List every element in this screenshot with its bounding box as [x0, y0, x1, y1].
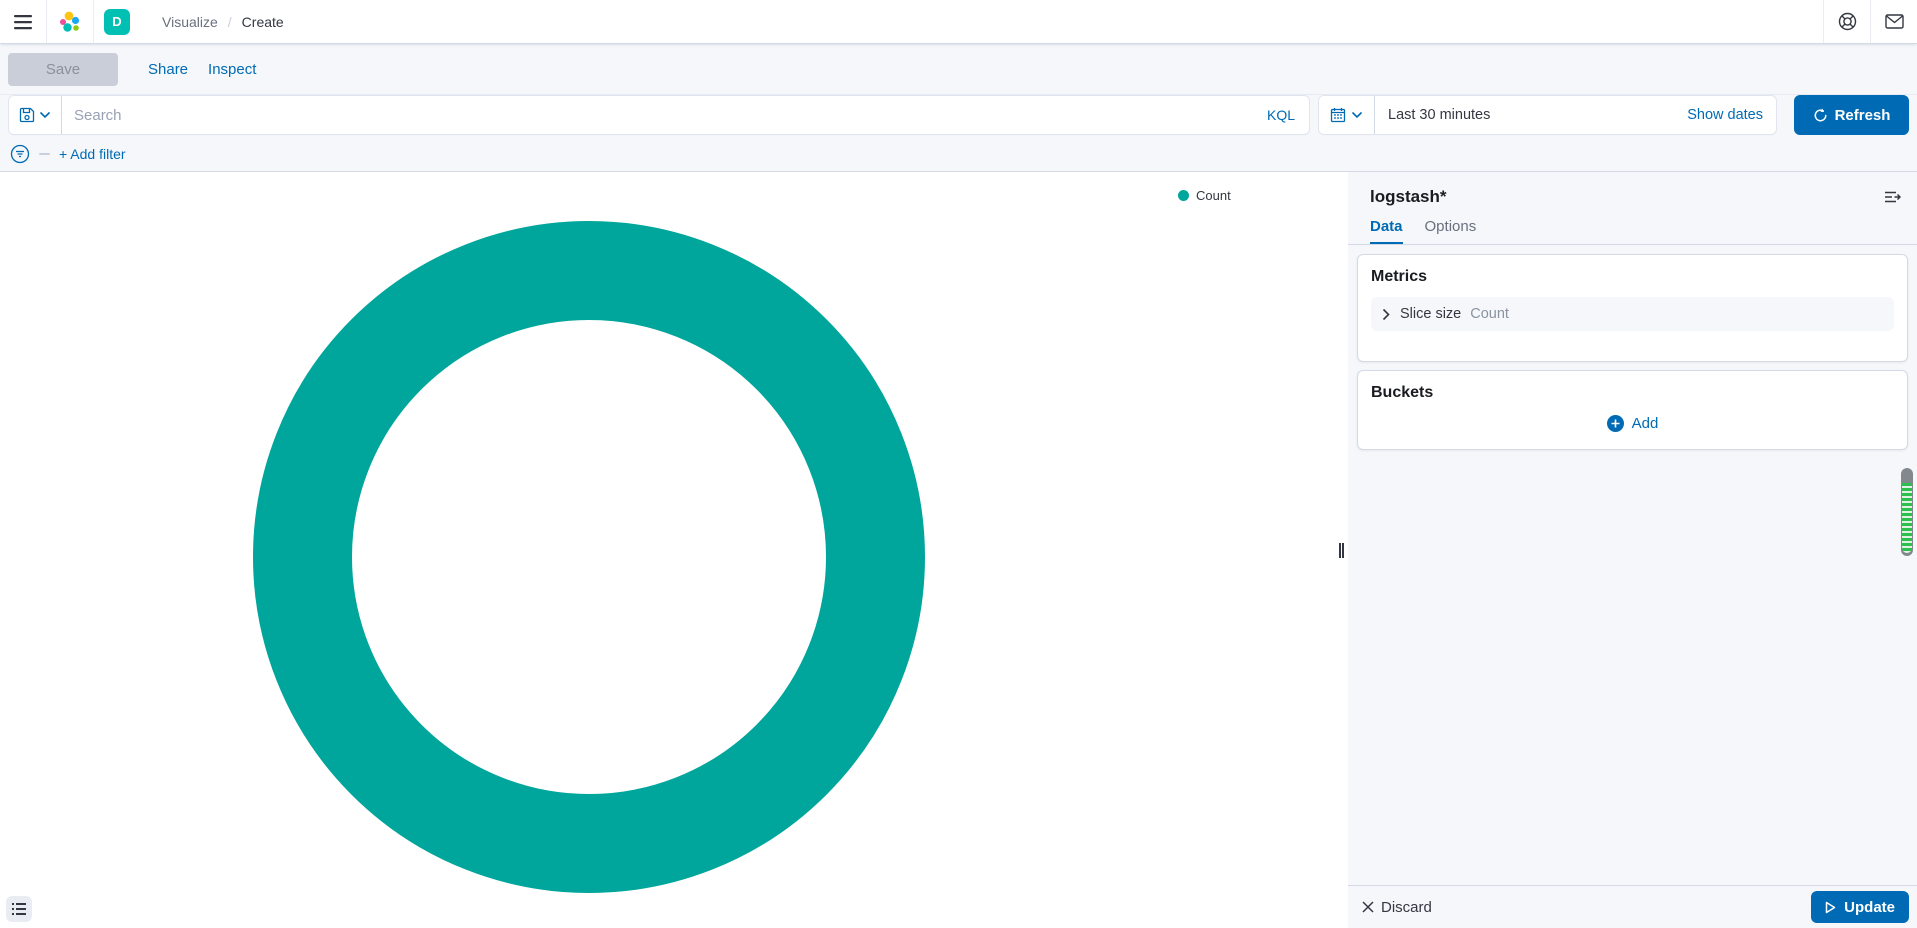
refresh-icon — [1813, 108, 1828, 123]
refresh-label: Refresh — [1834, 106, 1891, 124]
saved-query-menu-button[interactable] — [9, 96, 62, 134]
tab-options[interactable]: Options — [1425, 218, 1477, 244]
filter-menu-button[interactable] — [10, 144, 30, 164]
menu-right-icon — [1884, 190, 1901, 204]
sidebar-footer: Discard Update — [1348, 885, 1917, 928]
scrollbar-thumb[interactable] — [1901, 468, 1913, 556]
share-button[interactable]: Share — [138, 55, 198, 84]
discard-button[interactable]: Discard — [1362, 899, 1432, 916]
legend-label: Count — [1196, 188, 1231, 203]
breadcrumb-create: Create — [241, 13, 284, 30]
time-range-value[interactable]: Last 30 minutes — [1375, 107, 1503, 123]
add-bucket-button[interactable]: Add — [1371, 411, 1894, 436]
date-picker: Last 30 minutes Show dates — [1318, 95, 1777, 135]
legend-toggle-button[interactable] — [6, 896, 32, 922]
cross-icon — [1362, 901, 1374, 913]
sidebar-body: Metrics Slice size Count Buckets Add — [1348, 245, 1917, 885]
visualization-panel: Count — [0, 172, 1334, 928]
add-bucket-label: Add — [1631, 415, 1659, 432]
space-avatar[interactable]: D — [104, 8, 130, 35]
refresh-button[interactable]: Refresh — [1794, 95, 1909, 135]
mail-icon — [1884, 14, 1904, 29]
tab-data[interactable]: Data — [1370, 218, 1403, 244]
elastic-logo — [59, 11, 81, 33]
kibana-visualize-editor: D Visualize / Create Save Share Inspect … — [0, 0, 1917, 928]
filter-bar: + Add filter — [0, 137, 1917, 172]
legend-swatch — [1178, 190, 1189, 201]
slice-size-label: Slice size — [1400, 306, 1462, 322]
show-dates-button[interactable]: Show dates — [1674, 107, 1776, 123]
buckets-section: Buckets Add — [1357, 370, 1908, 450]
update-button[interactable]: Update — [1811, 891, 1909, 923]
help-button[interactable] — [1824, 0, 1870, 43]
metrics-section: Metrics Slice size Count — [1357, 254, 1908, 362]
sidebar-tabs: Data Options — [1348, 218, 1917, 245]
search-input[interactable] — [62, 96, 1253, 134]
search-bar: KQL — [8, 95, 1310, 135]
chevron-down-icon — [39, 111, 51, 119]
scroll-progress-stripes — [1902, 483, 1912, 553]
panel-resizer[interactable] — [1334, 172, 1348, 928]
editor-toolbar: Save Share Inspect — [0, 44, 1917, 95]
chevron-right-icon — [1382, 308, 1391, 321]
query-bar: KQL Last 30 minutes Show dates — [0, 95, 1917, 137]
inspect-button[interactable]: Inspect — [198, 55, 266, 84]
plus-circle-icon — [1606, 415, 1624, 432]
filter-dash — [39, 153, 50, 155]
breadcrumb-separator: / — [227, 13, 232, 30]
help-icon — [1838, 12, 1857, 31]
update-label: Update — [1844, 898, 1895, 916]
breadcrumb-visualize[interactable]: Visualize — [162, 14, 218, 30]
date-quick-menu-button[interactable] — [1319, 96, 1375, 134]
slice-size-value: Count — [1470, 306, 1509, 322]
collapse-sidebar-button[interactable] — [1880, 186, 1905, 208]
add-filter-button[interactable]: + Add filter — [59, 146, 126, 162]
filter-icon — [10, 144, 30, 164]
sidebar-header: logstash* — [1348, 172, 1917, 207]
hamburger-menu-icon — [14, 14, 32, 30]
list-icon — [12, 903, 26, 915]
editor-sidebar: logstash* Data Options Metrics Slice siz… — [1348, 172, 1917, 928]
legend-item-count[interactable]: Count — [1178, 188, 1231, 203]
hamburger-menu-button[interactable] — [0, 0, 46, 43]
save-button[interactable]: Save — [8, 52, 118, 86]
metrics-title: Metrics — [1371, 268, 1428, 285]
resizer-grip-icon — [1338, 542, 1344, 558]
breadcrumb: Visualize / Create — [140, 14, 284, 30]
play-icon — [1825, 901, 1836, 914]
buckets-title: Buckets — [1371, 384, 1434, 401]
top-nav: D Visualize / Create — [0, 0, 1917, 44]
main-content: Count logstash* Data Options Metrics Sli… — [0, 172, 1917, 928]
calendar-icon — [1330, 107, 1346, 123]
query-language-button[interactable]: KQL — [1253, 107, 1309, 123]
discard-label: Discard — [1381, 898, 1432, 916]
slice-size-row[interactable]: Slice size Count — [1371, 297, 1894, 331]
elastic-home-button[interactable] — [47, 0, 93, 43]
save-query-icon — [19, 107, 35, 123]
index-pattern-title: logstash* — [1370, 187, 1447, 206]
donut-chart — [253, 221, 925, 893]
pie-slice-count[interactable] — [253, 221, 925, 893]
newsfeed-button[interactable] — [1871, 0, 1917, 43]
chevron-down-icon — [1351, 111, 1363, 119]
